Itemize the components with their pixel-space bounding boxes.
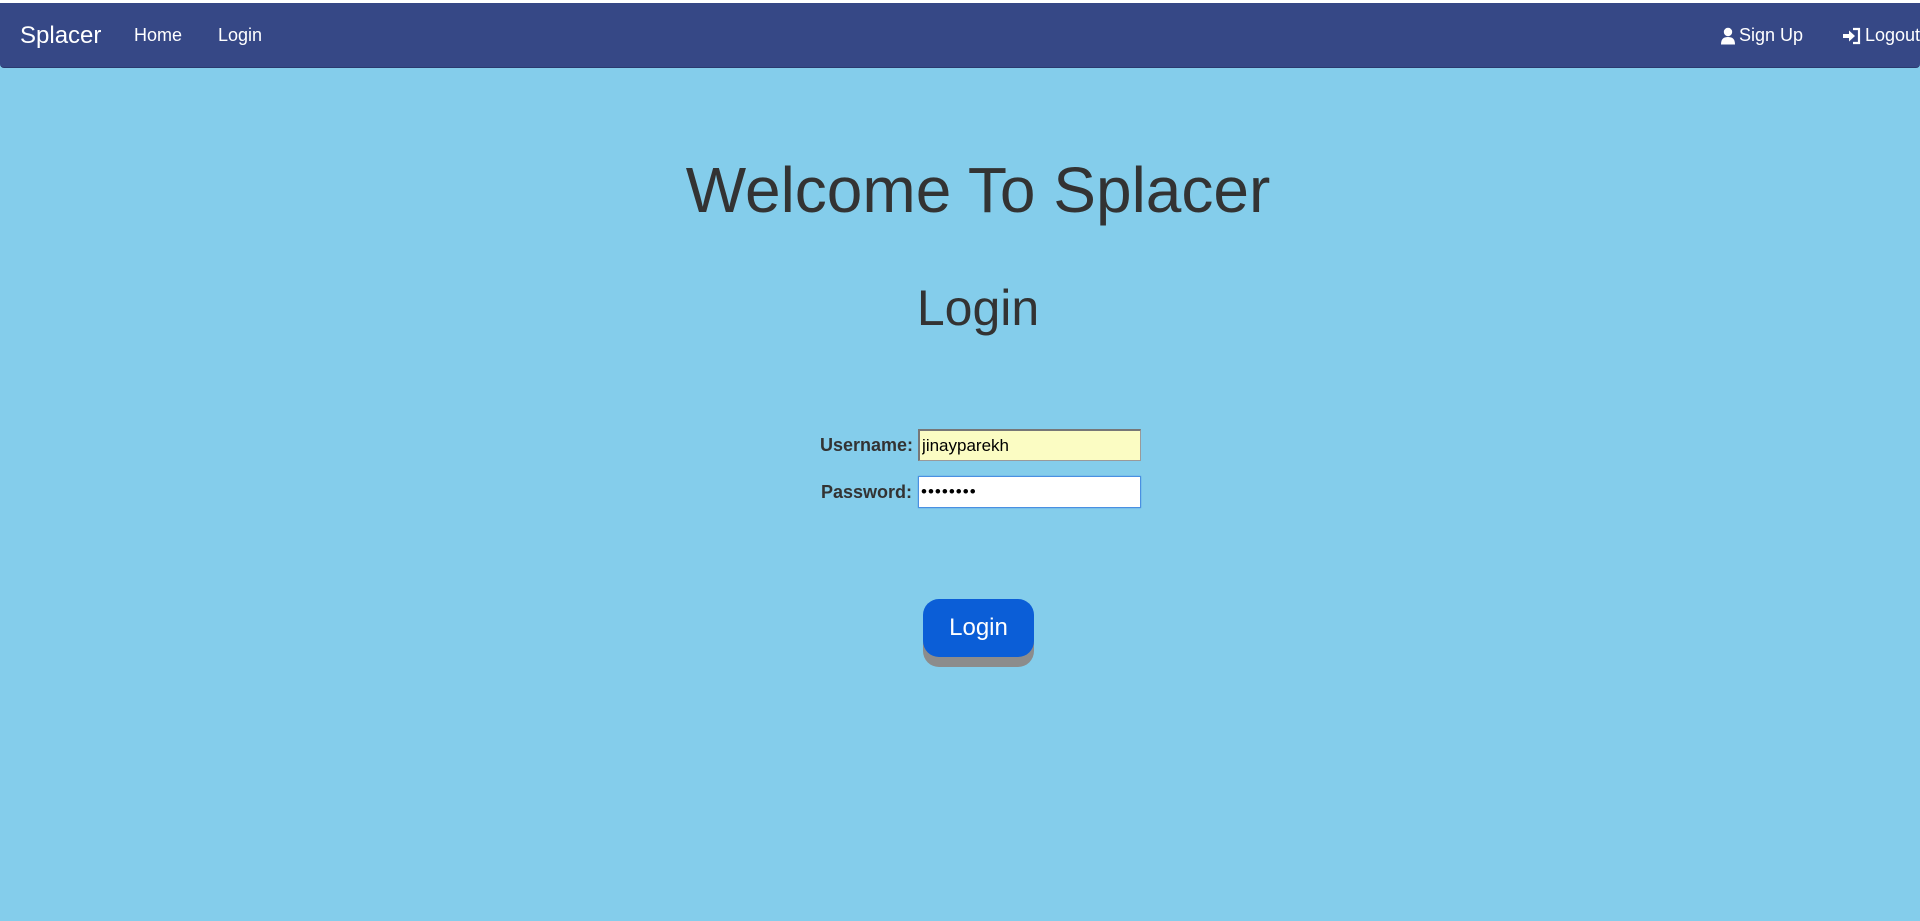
nav-signup[interactable]: Sign Up [1720,3,1803,68]
user-icon [1720,27,1736,45]
brand-link[interactable]: Splacer [20,3,101,68]
nav-home[interactable]: Home [134,3,182,68]
login-button[interactable]: Login [923,599,1034,657]
username-input[interactable] [918,429,1142,461]
username-row: Username: [820,429,1142,461]
page-background: Splacer Home Login Sign Up Logout Welcom… [0,3,1920,921]
login-heading: Login [916,280,1040,336]
nav-signup-label: Sign Up [1739,25,1804,45]
welcome-heading: Welcome To Splacer [685,154,1271,226]
nav-logout[interactable]: Logout [1842,3,1920,68]
username-label: Username: [820,434,914,455]
password-input[interactable] [918,476,1142,508]
nav-logout-label: Logout [1865,25,1920,45]
navbar: Splacer Home Login Sign Up Logout [0,3,1920,68]
password-row: Password: [821,476,1142,508]
log-in-icon [1842,27,1862,45]
nav-login[interactable]: Login [218,3,262,68]
password-label: Password: [821,481,913,502]
